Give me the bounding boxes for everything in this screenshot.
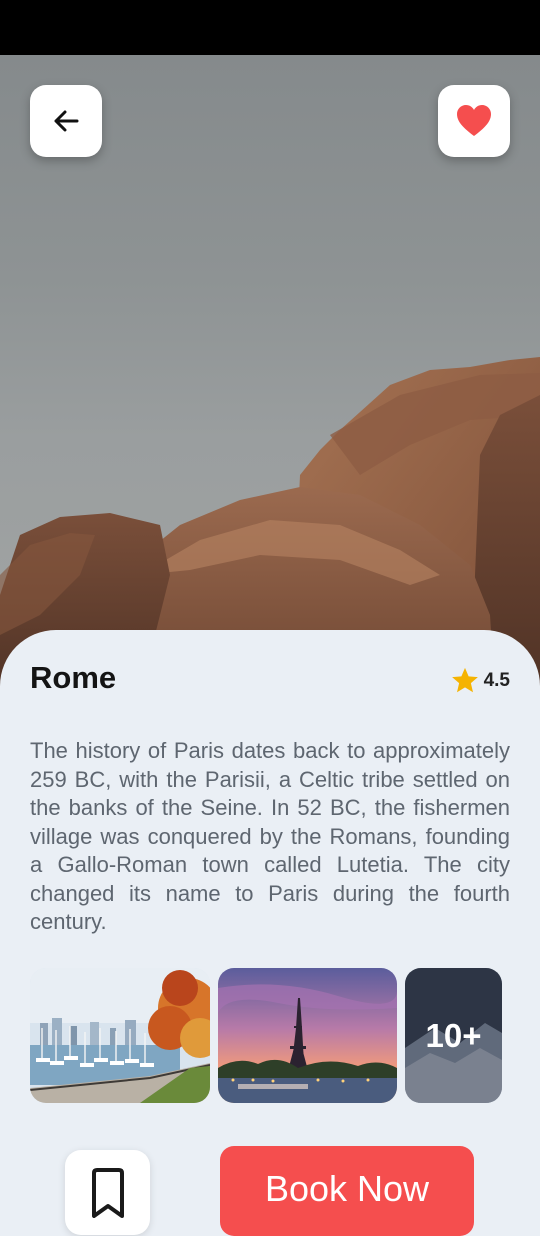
place-title: Rome: [30, 660, 117, 695]
bookmark-button[interactable]: [65, 1150, 150, 1235]
gallery-thumbnail-harbor[interactable]: [30, 968, 210, 1103]
favorite-button[interactable]: [438, 85, 510, 157]
status-bar: [0, 0, 540, 55]
arrow-left-icon: [54, 110, 79, 132]
more-photos-count: 10+: [425, 1016, 482, 1054]
heart-icon: [457, 105, 491, 136]
gallery-thumbnail-eiffel-tower[interactable]: [218, 968, 397, 1103]
details-sheet: Rome 4.5 The history of Paris dates back…: [0, 630, 540, 1236]
place-description: The history of Paris dates back to appro…: [30, 738, 510, 934]
bookmark-icon: [91, 1168, 124, 1218]
star-icon: [451, 667, 478, 693]
rating-value: 4.5: [483, 670, 510, 691]
book-now-button[interactable]: Book Now: [220, 1146, 474, 1236]
gallery-more-photos[interactable]: 10+: [405, 968, 502, 1103]
back-button[interactable]: [30, 85, 102, 157]
rating: 4.5: [450, 666, 510, 696]
